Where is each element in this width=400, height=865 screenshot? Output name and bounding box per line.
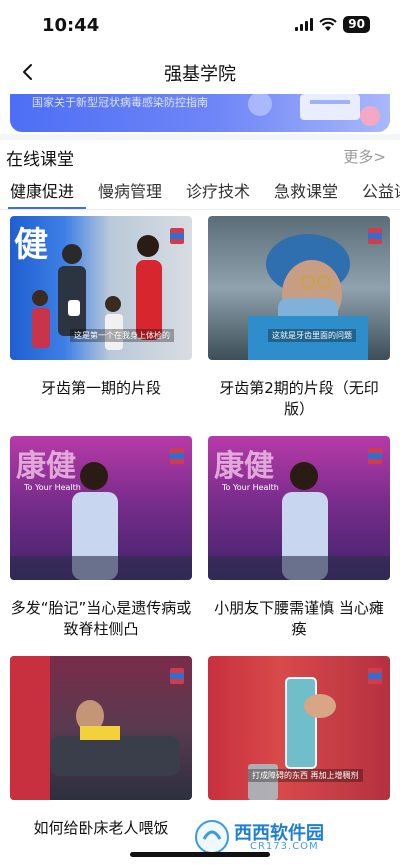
svg-text:康健: 康健 bbox=[16, 449, 76, 484]
thumbnail-subtitle: To Your Health bbox=[222, 483, 279, 492]
thumbnail-caption: 这是第一个在我身上体检的 bbox=[70, 329, 174, 342]
status-bar: 10:44 90 bbox=[0, 0, 400, 50]
category-tabs: 健康促进 慢病管理 诊疗技术 急救课堂 公益讲 bbox=[0, 172, 400, 210]
station-badge-icon bbox=[368, 448, 382, 464]
status-time: 10:44 bbox=[42, 15, 100, 36]
video-title: 多发“胎记”当心是遗传病或致脊柱侧凸 bbox=[10, 599, 192, 638]
thumbnail-presenter: 康健 bbox=[10, 449, 192, 580]
video-thumbnail: 打成障碍的东西 再加上增稠剂 bbox=[208, 656, 390, 800]
banner-illustration bbox=[248, 94, 380, 126]
battery-indicator: 90 bbox=[343, 16, 370, 33]
svg-text:康健: 康健 bbox=[214, 449, 274, 484]
tab-health-promotion[interactable]: 健康促进 bbox=[10, 178, 74, 202]
site-watermark: 西西软件园 CR173.COM bbox=[190, 817, 380, 857]
thumbnail-caption: 打成障碍的东西 再加上增稠剂 bbox=[248, 769, 363, 782]
video-title: 如何给卧床老人喂饭 bbox=[33, 819, 169, 837]
video-title: 小朋友下腰需谨慎 当心瘫痪 bbox=[214, 599, 384, 638]
station-badge-icon bbox=[368, 668, 382, 684]
thumbnail-caregiver bbox=[10, 656, 180, 800]
station-badge-icon bbox=[170, 448, 184, 464]
video-thumbnail: 康健 To Your Health bbox=[10, 436, 192, 580]
watermark-logo-icon bbox=[195, 820, 229, 854]
video-card[interactable]: 如何给卧床老人喂饭 bbox=[10, 656, 192, 839]
status-icons: 90 bbox=[295, 16, 370, 33]
home-indicator[interactable] bbox=[130, 852, 270, 857]
section-title: 在线课堂 bbox=[6, 150, 74, 170]
page-title: 强基学院 bbox=[164, 64, 236, 85]
video-card[interactable]: 打成障碍的东西 再加上增稠剂 bbox=[208, 656, 390, 818]
tab-first-aid[interactable]: 急救课堂 bbox=[274, 178, 338, 202]
tab-chronic-disease[interactable]: 慢病管理 bbox=[98, 178, 162, 202]
video-card[interactable]: 康健 To Your Health 小朋友下腰需谨慎 当心瘫痪 bbox=[208, 436, 390, 640]
banner-text: 国家关于新型冠状病毒感染防控指南 bbox=[32, 96, 208, 109]
video-title: 牙齿第一期的片段 bbox=[40, 379, 161, 397]
station-badge-icon bbox=[170, 228, 184, 244]
wifi-icon bbox=[319, 17, 337, 31]
active-tab-indicator bbox=[8, 207, 86, 209]
video-thumbnail bbox=[10, 656, 192, 800]
more-link[interactable]: 更多> bbox=[343, 146, 386, 167]
thumbnail-presenter: 康健 bbox=[208, 449, 390, 580]
video-thumbnail: 健 这是第一个在我身上体检的 bbox=[10, 216, 192, 360]
video-thumbnail: 这就是牙齿里面的问题 bbox=[208, 216, 390, 360]
video-card[interactable]: 健 这是第一个在我身上体检的 牙齿第一期的片段 bbox=[10, 216, 192, 399]
thumbnail-caption: 这就是牙齿里面的问题 bbox=[268, 329, 356, 342]
promo-banner[interactable]: 国家关于新型冠状病毒感染防控指南 bbox=[10, 94, 390, 132]
station-badge-icon bbox=[170, 668, 184, 684]
section-header: 在线课堂 更多> bbox=[0, 140, 400, 170]
nav-bar: 强基学院 bbox=[0, 50, 400, 94]
video-thumbnail: 康健 To Your Health bbox=[208, 436, 390, 580]
video-card[interactable]: 这就是牙齿里面的问题 牙齿第2期的片段（无印版） bbox=[208, 216, 390, 420]
video-card[interactable]: 康健 To Your Health 多发“胎记”当心是遗传病或致脊柱侧凸 bbox=[10, 436, 192, 640]
station-badge-icon bbox=[368, 228, 382, 244]
video-title: 牙齿第2期的片段（无印版） bbox=[219, 379, 379, 418]
thumbnail-subtitle: To Your Health bbox=[24, 483, 81, 492]
watermark-url: CR173.COM bbox=[250, 841, 319, 852]
svg-text:健: 健 bbox=[14, 225, 48, 265]
tab-diagnosis-technique[interactable]: 诊疗技术 bbox=[186, 178, 250, 202]
tab-public-welfare[interactable]: 公益讲 bbox=[362, 178, 400, 202]
cellular-signal-icon bbox=[295, 18, 314, 31]
